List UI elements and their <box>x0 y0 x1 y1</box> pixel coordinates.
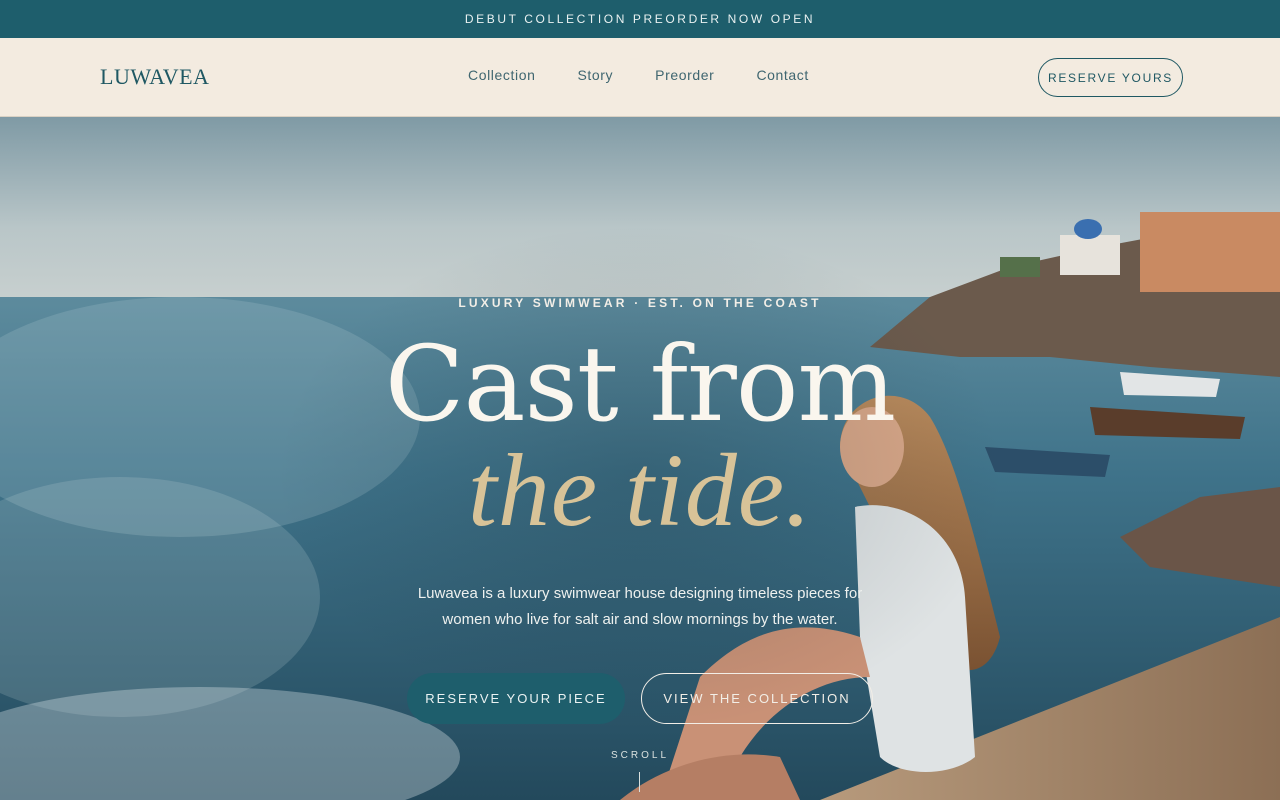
announcement-bar: DEBUT COLLECTION PREORDER NOW OPEN <box>0 0 1280 38</box>
site-header: LUWAVEA Collection Story Preorder Contac… <box>0 38 1280 117</box>
announcement-text: DEBUT COLLECTION PREORDER NOW OPEN <box>464 12 816 26</box>
hero-subtitle: Luwavea is a luxury swimwear house desig… <box>417 585 863 628</box>
view-collection-label: VIEW THE COLLECTION <box>663 691 851 706</box>
nav-link-collection[interactable]: Collection <box>468 67 535 83</box>
nav-link-contact[interactable]: Contact <box>756 67 808 83</box>
main-nav: Collection Story Preorder Contact <box>468 67 809 83</box>
scroll-indicator-label[interactable]: SCROLL <box>0 750 1280 761</box>
hero-title-line2: the tide. <box>467 433 812 548</box>
reserve-your-piece-button[interactable]: RESERVE YOUR PIECE <box>407 673 625 724</box>
nav-link-story[interactable]: Story <box>577 67 613 83</box>
reserve-yours-button[interactable]: RESERVE YOURS <box>1038 58 1183 97</box>
hero-title-line1: Cast from <box>384 323 896 445</box>
reserve-yours-label: RESERVE YOURS <box>1047 70 1174 85</box>
reserve-your-piece-label: RESERVE YOUR PIECE <box>425 691 607 706</box>
logo-text: LUWAVEA <box>100 64 210 89</box>
brand-logo[interactable]: LUWAVEA <box>100 64 209 90</box>
nav-link-preorder[interactable]: Preorder <box>655 67 714 83</box>
hero-eyebrow: LUXURY SWIMWEAR · EST. ON THE COAST <box>458 296 822 310</box>
view-collection-button[interactable]: VIEW THE COLLECTION <box>641 673 873 724</box>
hero-section: LUXURY SWIMWEAR · EST. ON THE COAST Cast… <box>0 117 1280 800</box>
scroll-indicator-line <box>639 772 640 792</box>
